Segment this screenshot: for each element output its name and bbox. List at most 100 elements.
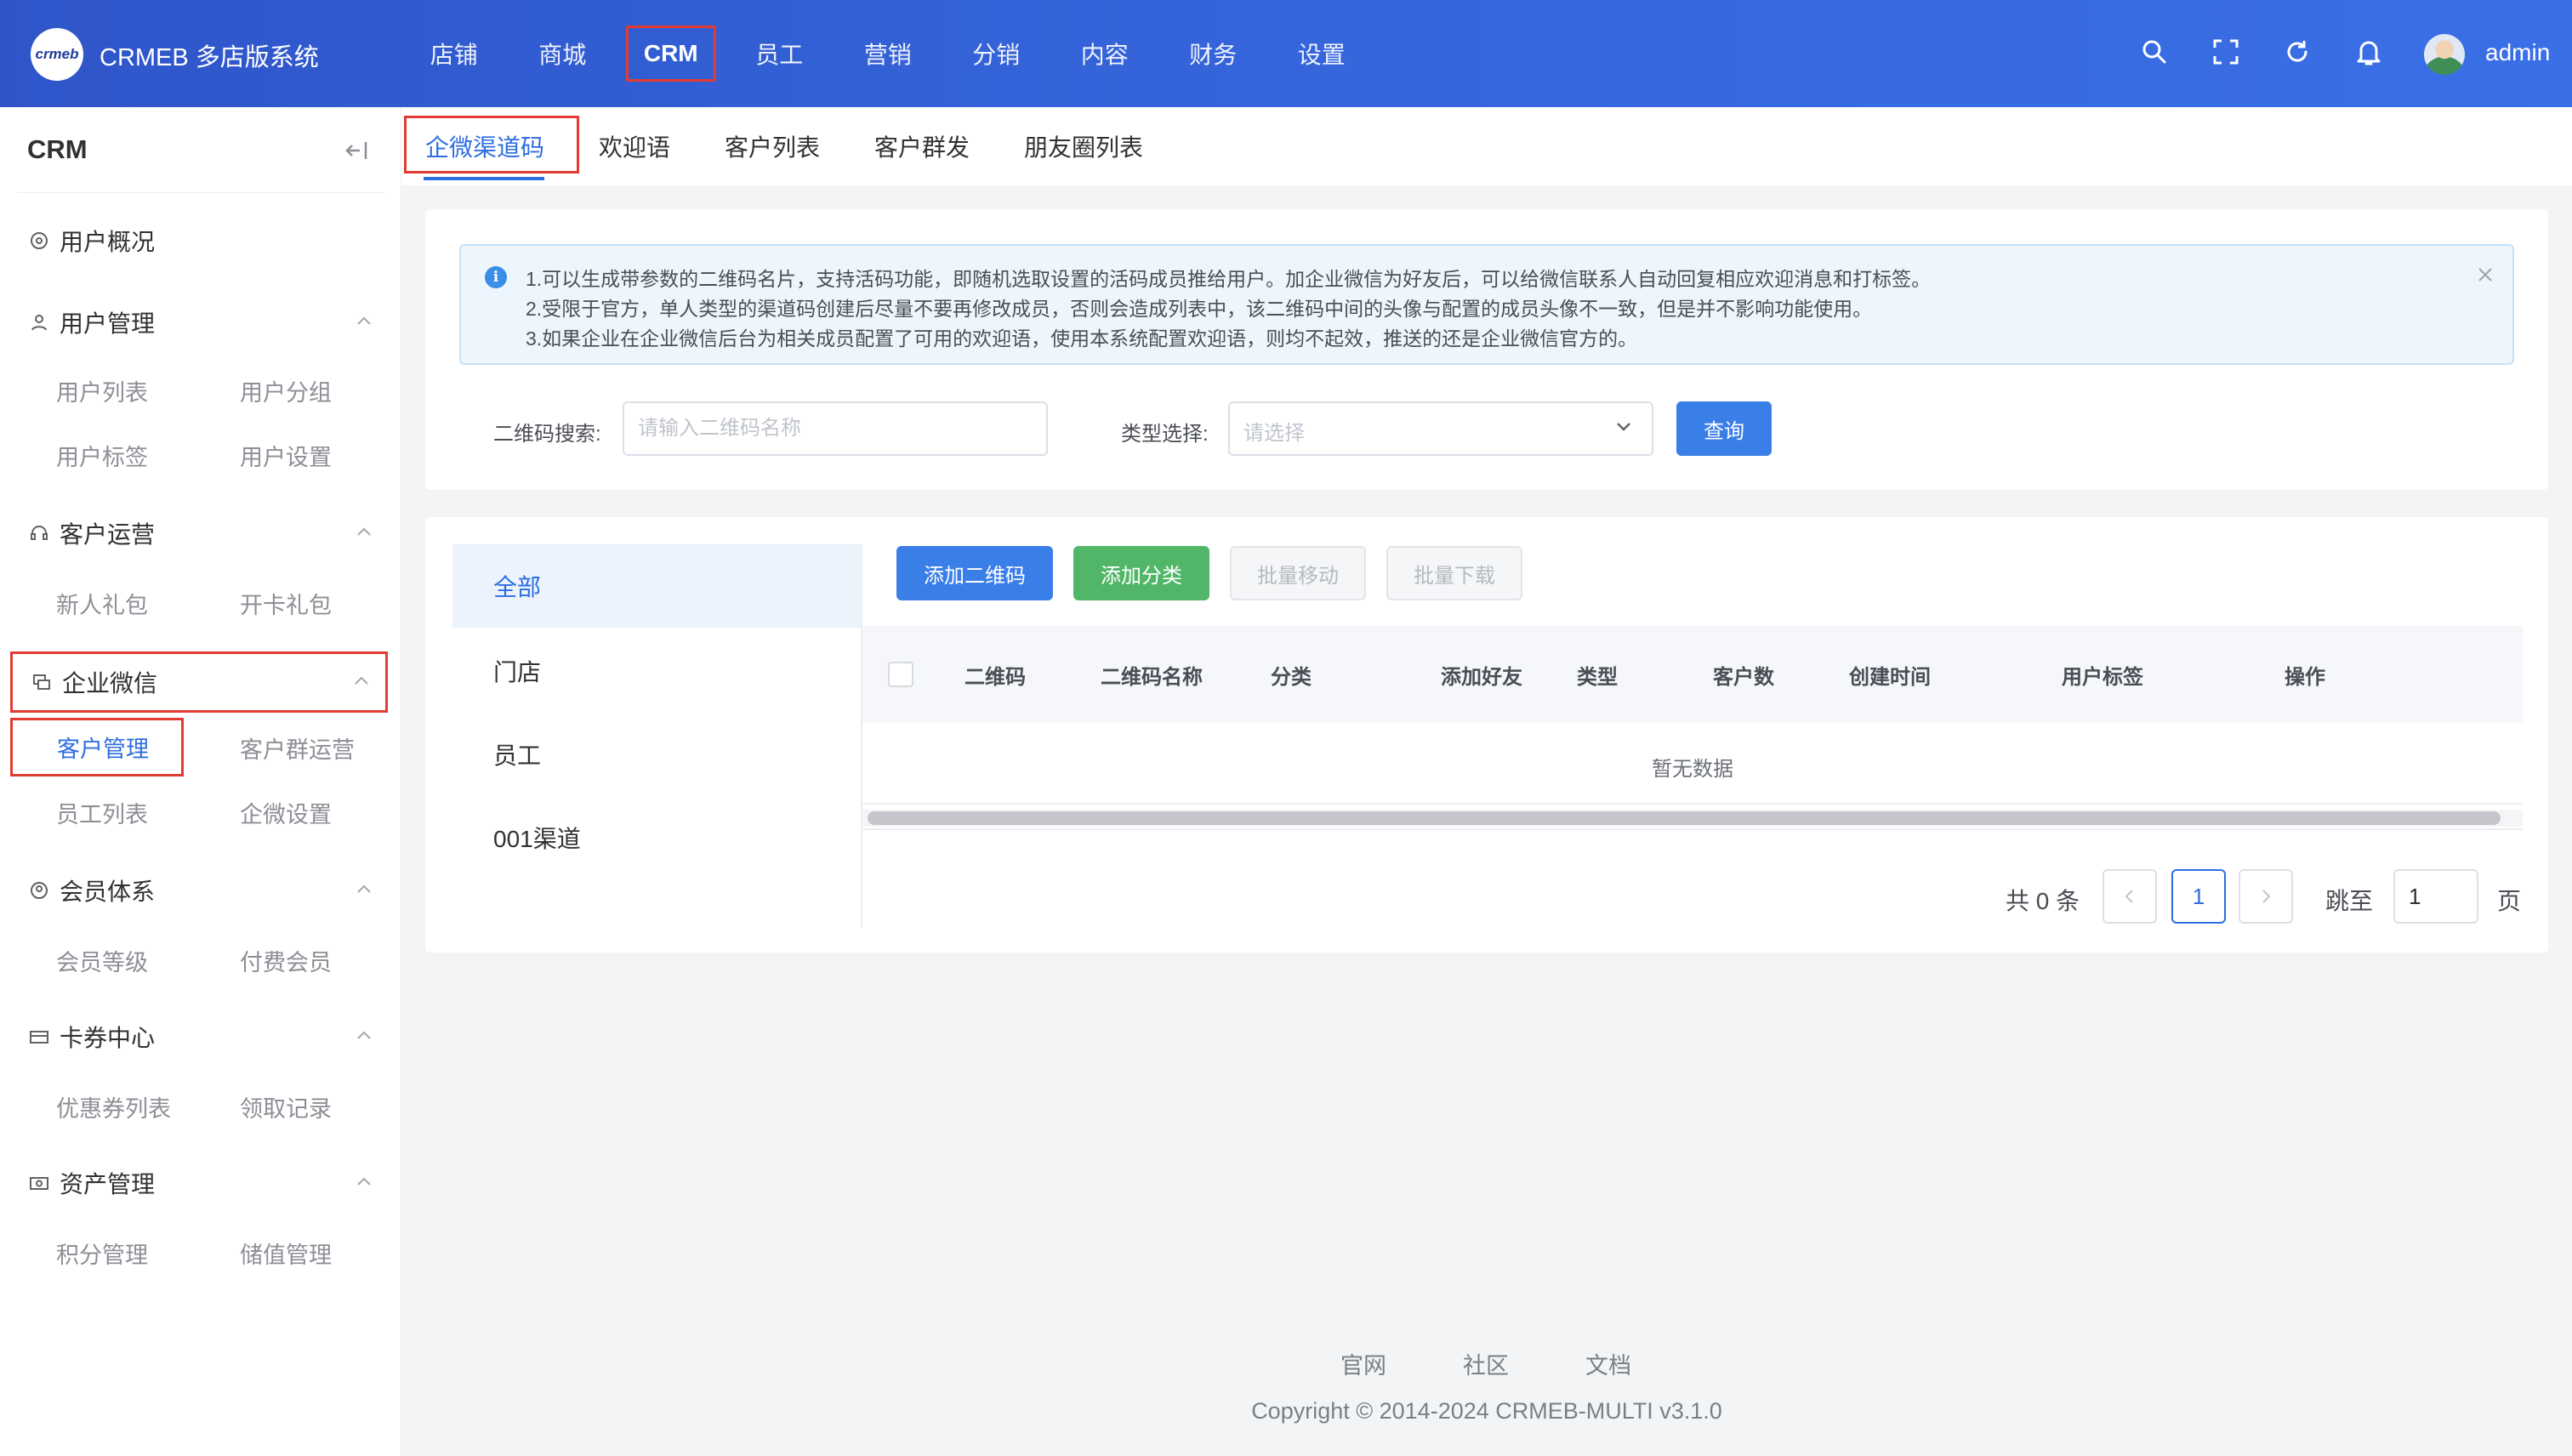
table-scrollbar[interactable] — [868, 811, 2501, 825]
sidebar-group-label: 客户运营 — [60, 521, 156, 548]
sidebar-group-label: 卡券中心 — [60, 1025, 156, 1051]
top-nav-settings[interactable]: 设置 — [1267, 0, 1376, 107]
column-customer-count: 客户数 — [1713, 666, 1774, 689]
fullscreen-icon[interactable] — [2211, 37, 2240, 66]
notice-line-1: 1.可以生成带参数的二维码名片，支持活码功能，即随机选取设置的活码成员推给用户。… — [526, 268, 1932, 290]
sidebar-item-stored-value[interactable]: 储值管理 — [240, 1237, 332, 1270]
sidebar-item-points[interactable]: 积分管理 — [56, 1237, 148, 1270]
sidebar-group-label: 用户概况 — [60, 229, 156, 255]
column-category: 分类 — [1271, 666, 1312, 689]
refresh-icon[interactable] — [2283, 37, 2312, 66]
sidebar-item-newcomer-gift[interactable]: 新人礼包 — [56, 587, 148, 620]
wallet-icon — [30, 1177, 48, 1190]
sidebar-group-asset-management[interactable]: 资产管理 — [10, 1155, 388, 1211]
query-button[interactable]: 查询 — [1676, 401, 1772, 456]
footer-link-docs[interactable]: 文档 — [1585, 1347, 1631, 1380]
username[interactable]: admin — [2485, 39, 2550, 66]
card-icon — [30, 1031, 48, 1044]
sidebar-item-staff-list[interactable]: 员工列表 — [56, 796, 148, 829]
sidebar-item-wecom-settings[interactable]: 企微设置 — [240, 796, 332, 829]
user-icon — [31, 315, 47, 331]
table-empty-row: 暂无数据 — [862, 723, 2523, 805]
jump-page-input[interactable] — [2393, 869, 2478, 924]
prev-page-button[interactable] — [2103, 869, 2157, 924]
app-title: CRMEB 多店版系统 — [100, 44, 319, 71]
chevron-right-icon — [2262, 890, 2271, 903]
sidebar-item-user-list[interactable]: 用户列表 — [56, 374, 148, 407]
table-header: 二维码 二维码名称 分类 添加好友 类型 客户数 创建时间 用户标签 操作 — [862, 626, 2523, 723]
avatar[interactable] — [2424, 34, 2465, 75]
category-001-channel[interactable]: 001渠道 — [452, 796, 861, 879]
chat-icon — [33, 674, 50, 690]
top-nav-shop[interactable]: 店铺 — [400, 0, 509, 107]
add-qr-button[interactable]: 添加二维码 — [896, 546, 1053, 600]
next-page-button[interactable] — [2239, 869, 2293, 924]
sidebar-item-coupon-list[interactable]: 优惠券列表 — [56, 1090, 171, 1123]
top-nav-finance[interactable]: 财务 — [1159, 0, 1268, 107]
sidebar-item-user-tag[interactable]: 用户标签 — [56, 439, 148, 472]
bell-icon[interactable] — [2354, 37, 2383, 66]
sidebar-group-wecom[interactable]: 企业微信 — [10, 651, 388, 713]
notice-line-2: 2.受限于官方，单人类型的渠道码创建后尽量不要再修改成员，否则会造成列表中，该二… — [526, 298, 1873, 320]
page-suffix: 页 — [2497, 888, 2522, 914]
sidebar-group-membership[interactable]: 会员体系 — [10, 862, 388, 919]
tab-welcome-message[interactable]: 欢迎语 — [599, 107, 670, 185]
sidebar-item-paid-member[interactable]: 付费会员 — [240, 944, 332, 977]
dashboard-icon — [31, 232, 48, 249]
sidebar-item-user-settings[interactable]: 用户设置 — [240, 439, 332, 472]
chevron-up-icon — [357, 527, 371, 536]
sidebar-item-card-gift[interactable]: 开卡礼包 — [240, 587, 332, 620]
top-nav-marketing[interactable]: 营销 — [834, 0, 942, 107]
tab-moments-list[interactable]: 朋友圈列表 — [1024, 107, 1143, 185]
sidebar-item-member-level[interactable]: 会员等级 — [56, 944, 148, 977]
category-staff[interactable]: 员工 — [452, 713, 861, 796]
select-all-checkbox[interactable] — [888, 662, 913, 687]
top-nav-content[interactable]: 内容 — [1050, 0, 1159, 107]
search-icon[interactable] — [2140, 37, 2169, 66]
chevron-up-icon — [357, 884, 371, 893]
category-store[interactable]: 门店 — [452, 629, 861, 713]
column-qr-name: 二维码名称 — [1101, 666, 1203, 689]
column-qr-code: 二维码 — [964, 666, 1026, 689]
sidebar-item-customer-management[interactable]: 客户管理 — [10, 718, 184, 776]
logo[interactable]: crmeb — [31, 28, 83, 81]
active-tab-highlight — [404, 116, 579, 173]
sidebar-group-user-overview[interactable]: 用户概况 — [10, 213, 388, 269]
table-bottom-line — [862, 828, 2523, 830]
sidebar-item-user-group[interactable]: 用户分组 — [240, 374, 332, 407]
top-header: crmeb CRMEB 多店版系统 店铺 商城 CRM 员工 营销 分销 内容 … — [0, 0, 2572, 107]
sidebar-group-label: 用户管理 — [60, 310, 156, 337]
sidebar-item-customer-group-ops[interactable]: 客户群运营 — [240, 731, 355, 765]
column-actions: 操作 — [2285, 666, 2325, 689]
footer-link-website[interactable]: 官网 — [1340, 1347, 1386, 1380]
qr-search-input[interactable] — [623, 401, 1048, 456]
sidebar-group-customer-ops[interactable]: 客户运营 — [10, 505, 388, 561]
sidebar-group-user-management[interactable]: 用户管理 — [10, 294, 388, 350]
headset-icon — [31, 526, 48, 540]
batch-move-button[interactable]: 批量移动 — [1230, 546, 1366, 600]
sidebar-divider — [17, 192, 384, 193]
collapse-sidebar-icon[interactable] — [344, 139, 369, 162]
top-nav-staff[interactable]: 员工 — [726, 0, 834, 107]
copyright: Copyright © 2014-2024 CRMEB-MULTI v3.1.0 — [1251, 1398, 1722, 1424]
qr-search-label: 二维码搜索: — [493, 423, 601, 446]
top-nav-mall[interactable]: 商城 — [509, 0, 617, 107]
close-icon[interactable] — [2475, 264, 2495, 285]
chevron-up-icon — [357, 316, 371, 325]
empty-text: 暂无数据 — [1652, 758, 1733, 781]
tab-customer-list[interactable]: 客户列表 — [725, 107, 820, 185]
page-number-1[interactable]: 1 — [2171, 869, 2226, 924]
tabs-bar: 企微渠道码 欢迎语 客户列表 客户群发 朋友圈列表 — [401, 107, 2572, 185]
batch-download-button[interactable]: 批量下载 — [1386, 546, 1522, 600]
category-all[interactable]: 全部 — [452, 544, 861, 628]
tab-customer-broadcast[interactable]: 客户群发 — [874, 107, 970, 185]
add-category-button[interactable]: 添加分类 — [1073, 546, 1209, 600]
chevron-left-icon — [2125, 890, 2133, 903]
member-icon — [31, 882, 48, 899]
sidebar-group-label: 会员体系 — [60, 879, 156, 905]
top-nav-crm[interactable]: CRM — [617, 0, 726, 107]
top-nav-distribution[interactable]: 分销 — [942, 0, 1051, 107]
sidebar-group-coupon-center[interactable]: 卡券中心 — [10, 1009, 388, 1065]
sidebar-item-claim-records[interactable]: 领取记录 — [240, 1090, 332, 1123]
footer-link-community[interactable]: 社区 — [1463, 1347, 1509, 1380]
